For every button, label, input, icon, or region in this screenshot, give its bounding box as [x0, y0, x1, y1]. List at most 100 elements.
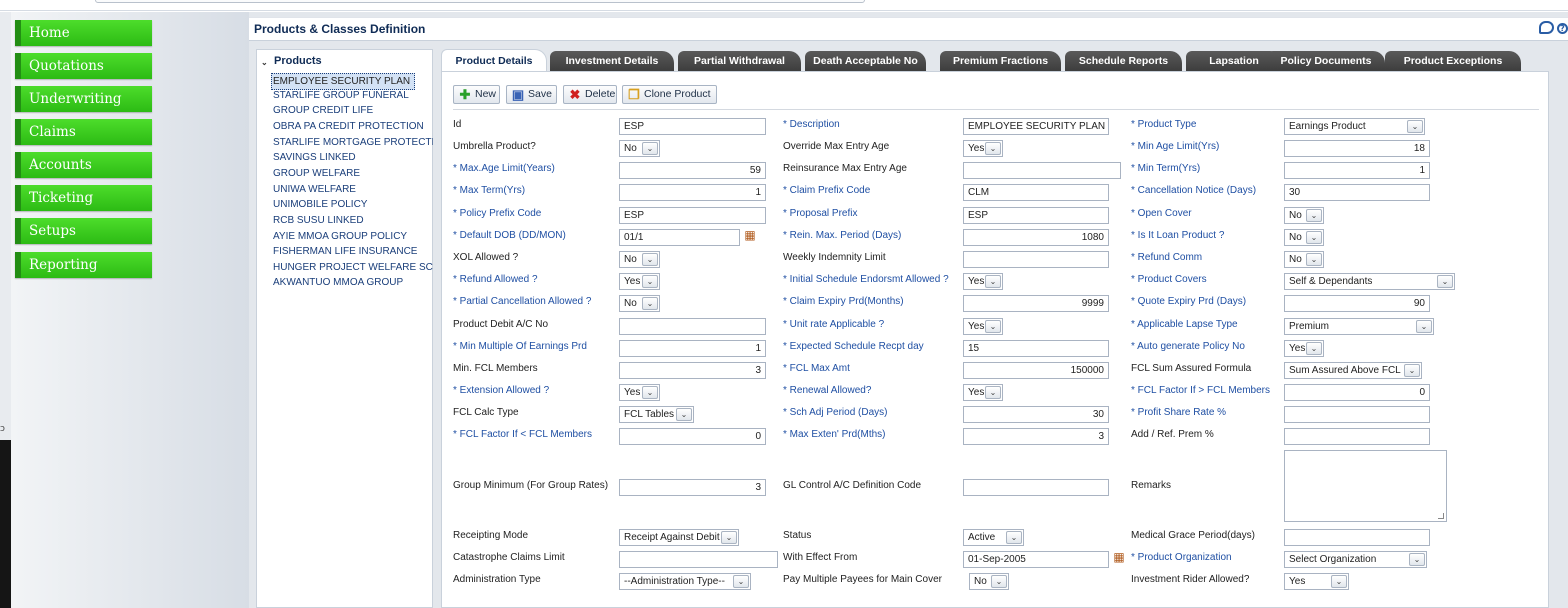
tree-item[interactable]: STARLIFE MORTGAGE PROTECTI [273, 136, 433, 150]
add-ref-prem-field[interactable] [1284, 428, 1430, 445]
override-max-entry-select[interactable]: Yes ⌄ [963, 140, 1003, 157]
proposal-prefix-field[interactable]: ESP [963, 207, 1109, 224]
claim-expiry-field[interactable]: 9999 [963, 295, 1109, 312]
sidebar-item-ticketing[interactable]: Ticketing [15, 185, 152, 211]
dob-calendar-icon[interactable]: ▦ [743, 228, 757, 242]
top-search-box[interactable] [95, 0, 865, 3]
product-covers-select[interactable]: Self & Dependants ⌄ [1284, 273, 1455, 290]
with-effect-field[interactable]: 01-Sep-2005 [963, 551, 1109, 568]
new-button[interactable]: ✚ New [453, 85, 500, 104]
chevron-down-icon[interactable]: ⌄ [1306, 209, 1322, 222]
quote-expiry-field[interactable]: 90 [1284, 295, 1430, 312]
description-field[interactable]: EMPLOYEE SECURITY PLAN [963, 118, 1109, 135]
product-org-select[interactable]: Select Organization ⌄ [1284, 551, 1427, 568]
open-cover-select[interactable]: No ⌄ [1284, 207, 1324, 224]
chevron-down-icon[interactable]: ⌄ [642, 142, 658, 155]
tree-item[interactable]: UNIWA WELFARE [273, 183, 433, 197]
initial-schedule-select[interactable]: Yes ⌄ [963, 273, 1003, 290]
sidebar-item-setups[interactable]: Setups [15, 218, 152, 244]
extension-select[interactable]: Yes ⌄ [619, 384, 660, 401]
min-multiple-field[interactable]: 1 [619, 340, 766, 357]
tab-death-acceptable-no[interactable]: Death Acceptable No [805, 51, 926, 71]
min-fcl-field[interactable]: 3 [619, 362, 766, 379]
chevron-down-icon[interactable]: ⌄ [642, 386, 658, 399]
rein-max-period-field[interactable]: 1080 [963, 229, 1109, 246]
medical-grace-field[interactable] [1284, 529, 1430, 546]
tab-premium-fractions[interactable]: Premium Fractions [940, 51, 1061, 71]
chevron-down-icon[interactable]: ⌄ [642, 253, 658, 266]
tab-product-details[interactable]: Product Details [441, 49, 547, 71]
id-field[interactable]: ESP [619, 118, 766, 135]
policy-prefix-field[interactable]: ESP [619, 207, 766, 224]
chevron-down-icon[interactable]: ⌄ [985, 142, 1001, 155]
group-minimum-field[interactable]: 3 [619, 479, 766, 496]
admin-type-select[interactable]: --Administration Type-- ⌄ [619, 573, 751, 590]
renewal-select[interactable]: Yes ⌄ [963, 384, 1003, 401]
product-debit-field[interactable] [619, 318, 766, 335]
investment-rider-select[interactable]: Yes ⌄ [1284, 573, 1349, 590]
status-select[interactable]: Active ⌄ [963, 529, 1024, 546]
save-button[interactable]: ▣ Save [506, 85, 557, 104]
chevron-down-icon[interactable]: ⌄ [1331, 575, 1347, 588]
fcl-calc-select[interactable]: FCL Tables ⌄ [619, 406, 694, 423]
refund-allowed-select[interactable]: Yes ⌄ [619, 273, 660, 290]
sidebar-item-accounts[interactable]: Accounts [15, 152, 152, 178]
resize-grip-icon[interactable] [1438, 513, 1444, 519]
weekly-indemnity-field[interactable] [963, 251, 1109, 268]
umbrella-select[interactable]: No ⌄ [619, 140, 660, 157]
chevron-down-icon[interactable]: ⌄ [721, 531, 737, 544]
tree-item[interactable]: RCB SUSU LINKED [273, 214, 433, 228]
tree-item[interactable]: FISHERMAN LIFE INSURANCE [273, 245, 433, 259]
chat-icon[interactable] [1539, 21, 1554, 34]
help-icon[interactable]: ? [1557, 23, 1568, 34]
refund-comm-select[interactable]: No ⌄ [1284, 251, 1324, 268]
max-age-limit-field[interactable]: 59 [619, 162, 766, 179]
claim-prefix-field[interactable]: CLM [963, 184, 1109, 201]
chevron-down-icon[interactable]: ⌄ [1404, 364, 1420, 377]
partial-cancellation-select[interactable]: No ⌄ [619, 295, 660, 312]
loan-product-select[interactable]: No ⌄ [1284, 229, 1324, 246]
lapse-type-select[interactable]: Premium ⌄ [1284, 318, 1434, 335]
tree-item[interactable]: HUNGER PROJECT WELFARE SCH [273, 261, 433, 275]
max-exten-field[interactable]: 3 [963, 428, 1109, 445]
chevron-down-icon[interactable]: ⌄ [676, 408, 692, 421]
chevron-down-icon[interactable]: ⌄ [1437, 275, 1453, 288]
tab-product-exceptions[interactable]: Product Exceptions [1385, 51, 1521, 71]
sidebar-item-home[interactable]: Home [15, 20, 152, 46]
tree-item[interactable]: STARLIFE GROUP FUNERAL [273, 89, 433, 103]
tree-item[interactable]: GROUP CREDIT LIFE [273, 104, 433, 118]
sidebar-item-underwriting[interactable]: Underwriting [15, 86, 152, 112]
reinsurance-max-entry-field[interactable] [963, 162, 1121, 179]
auto-generate-select[interactable]: Yes ⌄ [1284, 340, 1324, 357]
chevron-down-icon[interactable]: ⌄ [1409, 553, 1425, 566]
tree-item[interactable]: AKWANTUO MMOA GROUP [273, 276, 433, 290]
tree-item[interactable]: AYIE MMOA GROUP POLICY [273, 230, 433, 244]
chevron-down-icon[interactable]: ⌄ [642, 297, 658, 310]
tree-item[interactable]: UNIMOBILE POLICY [273, 198, 433, 212]
chevron-down-icon[interactable]: ⌄ [1306, 231, 1322, 244]
fcl-factor-lt-field[interactable]: 0 [619, 428, 766, 445]
fcl-factor-gt-field[interactable]: 0 [1284, 384, 1430, 401]
expected-schedule-field[interactable]: 15 [963, 340, 1109, 357]
chevron-down-icon[interactable]: ⌄ [733, 575, 749, 588]
min-age-limit-field[interactable]: 18 [1284, 140, 1430, 157]
remarks-textarea[interactable] [1284, 450, 1447, 522]
chevron-down-icon[interactable]: ⌄ [985, 386, 1001, 399]
fcl-sum-formula-select[interactable]: Sum Assured Above FCL ⌄ [1284, 362, 1422, 379]
effect-date-calendar-icon[interactable]: ▦ [1112, 550, 1126, 564]
default-dob-field[interactable]: 01/1 [619, 229, 740, 246]
sidebar-item-quotations[interactable]: Quotations [15, 53, 152, 79]
chevron-down-icon[interactable]: ⌄ [1006, 531, 1022, 544]
tab-schedule-reports[interactable]: Schedule Reports [1065, 51, 1182, 71]
sidebar-item-claims[interactable]: Claims [15, 119, 152, 145]
chevron-down-icon[interactable]: ⌄ [1306, 342, 1322, 355]
delete-button[interactable]: ✖ Delete [563, 85, 617, 104]
clone-product-button[interactable]: ❐ Clone Product [622, 85, 717, 104]
tree-item[interactable]: EMPLOYEE SECURITY PLAN [271, 73, 415, 90]
unit-rate-select[interactable]: Yes ⌄ [963, 318, 1003, 335]
tree-header[interactable]: ⌄ Products [261, 55, 322, 67]
tab-partial-withdrawal[interactable]: Partial Withdrawal [678, 51, 801, 71]
tab-policy-documents[interactable]: Policy Documents [1267, 51, 1385, 71]
chevron-down-icon[interactable]: ⌄ [985, 320, 1001, 333]
fcl-max-amt-field[interactable]: 150000 [963, 362, 1109, 379]
